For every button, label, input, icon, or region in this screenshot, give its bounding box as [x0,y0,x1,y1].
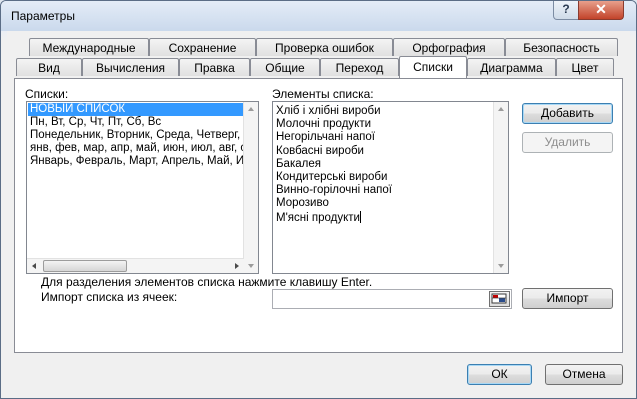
dialog-client-area: Международные Сохранение Проверка ошибок… [7,31,630,392]
tab-chart[interactable]: Диаграмма [467,58,556,76]
list-item[interactable]: янв, фев, мар, апр, май, июн, июл, авг, … [28,142,243,155]
ok-button[interactable]: ОК [467,364,532,385]
tab-edit[interactable]: Правка [179,58,250,76]
list-entry-line: Хлiб i хлiбнi вироби [276,105,381,117]
range-picker-icon [491,293,507,304]
list-entries-textbox[interactable]: Хлiб i хлiбнi вироби Молочнi продукти Него… [272,101,509,274]
import-label: Импорт списка из ячеек: [41,290,178,304]
list-entry-line: Кондитерськi вироби [276,171,388,184]
import-range-input[interactable] [272,289,512,309]
close-button[interactable]: ✕ [578,1,624,20]
scroll-down-icon[interactable] [248,264,254,268]
list-item[interactable]: Понедельник, Вторник, Среда, Четверг, Пя… [28,129,243,142]
list-entry-line: Морозиво [276,197,329,210]
tab-general[interactable]: Общие [250,58,320,76]
tab-spelling[interactable]: Орфография [393,38,505,56]
tab-color[interactable]: Цвет [556,58,614,76]
tab-security[interactable]: Безопасность [505,38,618,56]
tab-panel-custom-lists: Списки: НОВЫЙ СПИСОК Пн, Вт, Ср, Чт, Пт, … [14,78,623,353]
options-dialog: Параметры ? ✕ Международные Сохранение П… [0,0,637,399]
list-entries-text[interactable]: Хлiб i хлiбнi вироби Молочнi продукти Него… [276,105,392,225]
tab-calculation[interactable]: Вычисления [82,58,179,76]
horizontal-scroll-thumb[interactable] [43,260,127,272]
list-item[interactable]: Пн, Вт, Ср, Чт, Пт, Сб, Вс [28,116,243,129]
tab-save[interactable]: Сохранение [149,38,256,56]
tab-view[interactable]: Вид [16,58,82,76]
import-button[interactable]: Импорт [522,288,613,309]
tab-transition[interactable]: Переход [320,58,399,76]
add-button-label: обавить [549,106,595,120]
list-entry-line: Молочнi продукти [276,118,372,131]
scroll-left-icon[interactable] [32,263,36,269]
entries-vertical-scrollbar[interactable] [493,102,508,273]
custom-lists-listbox[interactable]: НОВЫЙ СПИСОК Пн, Вт, Ср, Чт, Пт, Сб, Вс По… [26,101,259,274]
scroll-up-icon[interactable] [498,107,504,111]
lists-label: Списки: [25,87,69,101]
scroll-right-icon[interactable] [235,263,239,269]
help-button[interactable]: ? [553,1,579,20]
list-entry-line: Негорiльчанi напої [276,131,375,144]
range-picker-button[interactable] [489,291,510,307]
scroll-up-icon[interactable] [248,107,254,111]
delete-button[interactable]: Удалить [522,132,613,153]
list-item[interactable]: НОВЫЙ СПИСОК [28,103,243,116]
tab-international[interactable]: Международные [29,38,149,56]
list-item[interactable]: Январь, Февраль, Март, Апрель, Май, Июнь… [28,155,243,168]
hint-text: Для разделения элементов списка нажмите … [41,275,373,289]
title-bar: Параметры ? ✕ [1,1,636,31]
tab-error-checking[interactable]: Проверка ошибок [256,38,393,56]
list-entry-line: Винно-горiлочнi напої [276,184,392,197]
cancel-button[interactable]: Отмена [545,364,623,385]
window-title: Параметры [11,9,75,23]
list-entries-label: Элементы списка: [272,87,374,101]
lists-horizontal-scrollbar[interactable] [27,258,244,273]
list-entry-line: М'яснi продукти [276,210,361,224]
add-button[interactable]: Добавить [522,103,613,124]
list-entry-line: Бакалея [276,157,321,170]
lists-vertical-scrollbar[interactable] [243,102,258,273]
text-caret [359,210,361,223]
tab-custom-lists[interactable]: Списки [399,56,467,78]
list-entry-line: Ковбаснi вироби [276,144,364,157]
scroll-down-icon[interactable] [498,264,504,268]
